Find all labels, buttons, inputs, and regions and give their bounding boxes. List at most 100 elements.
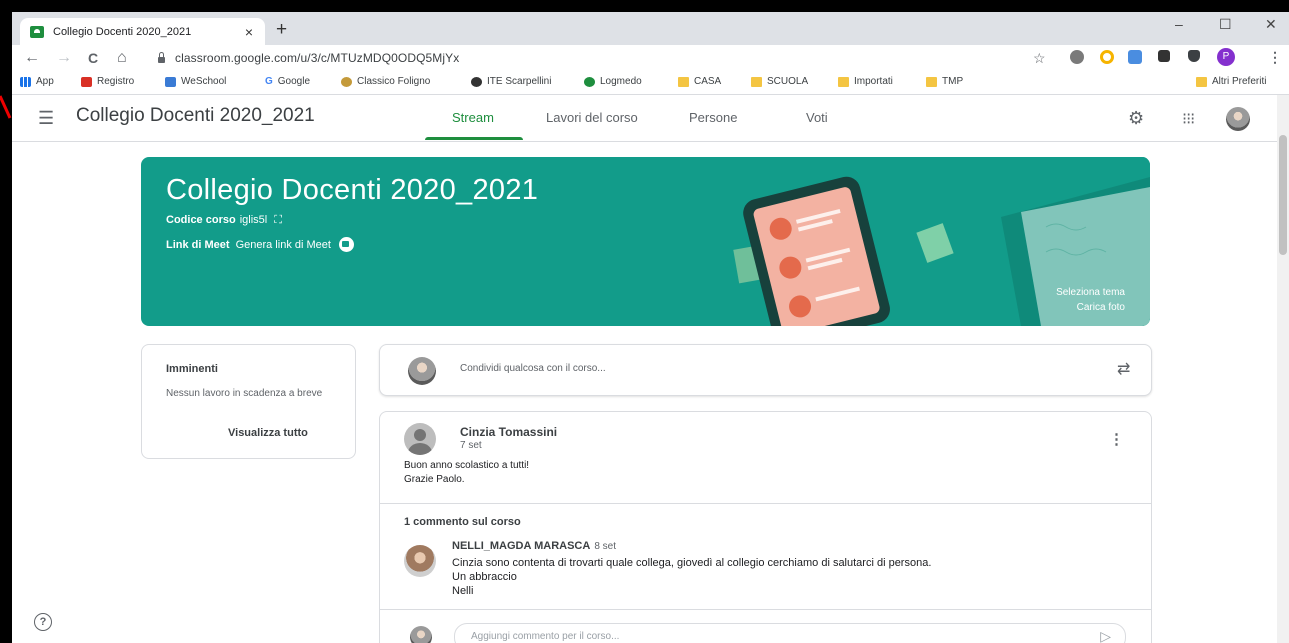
browser-window: Collegio Docenti 2020_2021 × + – ☐ ✕ ← →… [12,12,1289,643]
bookmark-classico-foligno[interactable]: Classico Foligno [341,76,430,87]
folder-icon [1196,76,1207,87]
url-text: classroom.google.com/u/3/c/MTUzMDQ0ODQ5M… [175,51,460,65]
extension-circle-icon[interactable] [1100,50,1114,64]
classroom-favicon-icon [30,25,44,38]
share-box[interactable]: Condividi qualcosa con il corso... ⇄ [379,344,1152,396]
tab-grades[interactable]: Voti [806,110,828,125]
bookmark-label: Importati [854,76,893,87]
bookmark-label: Registro [97,76,135,87]
folder-icon [678,76,689,87]
post-divider [380,503,1151,504]
lock-icon [158,52,165,63]
author-avatar [404,423,436,455]
active-tab-indicator [425,137,523,140]
bookmark-logmedo[interactable]: Logmedo [584,76,642,87]
profile-avatar[interactable]: P [1217,48,1235,66]
bookmark-google[interactable]: G Google [265,76,310,87]
post-date: 7 set [460,440,482,451]
folder-icon [838,76,849,87]
tab-strip: Collegio Docenti 2020_2021 × + – ☐ ✕ [12,12,1289,45]
address-bar[interactable]: classroom.google.com/u/3/c/MTUzMDQ0ODQ5M… [152,47,1052,69]
account-avatar[interactable] [1226,107,1250,131]
browser-toolbar: ← → C ⌂ classroom.google.com/u/3/c/MTUzM… [12,45,1289,72]
send-icon[interactable]: ▷ [1100,628,1111,643]
comment-author-name: NELLI_MAGDA MARASCA [452,540,591,552]
folder-icon [751,76,762,87]
meet-label: Link di Meet [166,238,230,251]
bookmark-other-favorites[interactable]: Altri Preferiti [1196,76,1266,87]
stream-post: Cinzia Tomassini 7 set ⋮ Buon anno scola… [379,411,1152,643]
help-icon[interactable]: ? [34,613,52,631]
settings-gear-icon[interactable]: ⚙ [1128,108,1144,129]
share-placeholder[interactable]: Condividi qualcosa con il corso... [460,363,606,374]
class-code-value: iglis5l [239,214,268,226]
apps-launcher-icon[interactable]: ⁝⁝⁝ [1182,109,1195,129]
reload-button[interactable]: C [88,50,98,66]
bookmark-label: Classico Foligno [357,76,431,87]
new-tab-button[interactable]: + [276,19,287,41]
scrollbar-thumb[interactable] [1279,135,1287,255]
post-author: Cinzia Tomassini [460,425,558,439]
close-window-button[interactable]: ✕ [1265,16,1277,33]
post-text-line: Grazie Paolo. [404,474,465,485]
bookmark-label: App [36,76,54,87]
comment-count[interactable]: 1 commento sul corso [404,516,521,528]
page-scrollbar[interactable] [1277,95,1289,643]
comment-author: NELLI_MAGDA MARASCA 8 set [452,540,616,552]
tab-stream[interactable]: Stream [452,110,494,125]
comment-text-line: Nelli [452,585,474,597]
post-more-options-icon[interactable]: ⋮ [1109,430,1124,448]
browser-menu-icon[interactable]: ⋮ [1268,49,1282,66]
bookmark-label: Google [277,76,311,87]
upload-photo-link[interactable]: Carica foto [1077,302,1125,313]
ite-icon [471,76,482,87]
meet-icon[interactable] [338,237,354,252]
bookmark-label: Logmedo [600,76,642,87]
banner-title: Collegio Docenti 2020_2021 [166,174,539,206]
view-all-button[interactable]: Visualizza tutto [228,427,308,439]
bookmark-weschool[interactable]: WeSchool [165,76,226,87]
comment-text-line: Un abbraccio [452,571,517,583]
user-avatar-small [410,626,432,643]
comment-input[interactable]: Aggiungi commento per il corso... ▷ [454,623,1126,643]
bookmark-importati[interactable]: Importati [838,76,893,87]
bookmark-label: CASA [694,76,722,87]
maximize-button[interactable]: ☐ [1219,16,1232,33]
bookmark-label: Altri Preferiti [1212,76,1267,87]
bookmark-tmp[interactable]: TMP [926,76,963,87]
translate-extension-icon[interactable] [1128,50,1142,64]
browser-tab[interactable]: Collegio Docenti 2020_2021 × [20,18,265,45]
classroom-header: ☰ Collegio Docenti 2020_2021 Stream Lavo… [12,95,1277,142]
tab-close-icon[interactable]: × [245,24,253,40]
post-body: Buon anno scolastico a tutti! Grazie Pao… [404,459,529,487]
main-menu-icon[interactable]: ☰ [38,108,54,129]
back-button[interactable]: ← [24,49,40,67]
select-theme-link[interactable]: Seleziona tema [1056,287,1125,298]
bookmark-star-icon[interactable]: ☆ [1033,50,1046,67]
user-avatar [408,357,436,385]
bookmark-apps[interactable]: App [20,76,54,87]
bookmark-casa[interactable]: CASA [678,76,721,87]
class-title[interactable]: Collegio Docenti 2020_2021 [76,105,315,127]
generate-meet-link[interactable]: Genera link di Meet [236,239,331,251]
forward-button[interactable]: → [56,49,72,67]
tab-people[interactable]: Persone [689,110,737,125]
class-code: Codice corso iglis5l ⛶ [166,214,282,227]
apps-grid-icon [20,76,31,87]
home-button[interactable]: ⌂ [117,49,127,67]
banner-illustration [701,157,1150,326]
minimize-button[interactable]: – [1175,16,1183,32]
classico-icon [341,76,352,87]
fullscreen-code-icon[interactable]: ⛶ [274,214,282,226]
bookmark-ite-scarpellini[interactable]: ITE Scarpellini [471,76,551,87]
grid-extension-icon[interactable] [1158,50,1170,62]
tab-classwork[interactable]: Lavori del corso [546,110,638,125]
cloud-extension-icon[interactable] [1070,50,1084,64]
puzzle-extensions-icon[interactable] [1188,50,1200,62]
comment-text-line: Cinzia sono contenta di trovarti quale c… [452,557,932,569]
repost-icon[interactable]: ⇄ [1117,359,1130,379]
bookmarks-bar: App Registro WeSchool G Google Classico … [12,72,1289,95]
bookmark-registro[interactable]: Registro [81,76,134,87]
bookmark-scuola[interactable]: SCUOLA [751,76,808,87]
google-g-icon: G [265,76,273,87]
